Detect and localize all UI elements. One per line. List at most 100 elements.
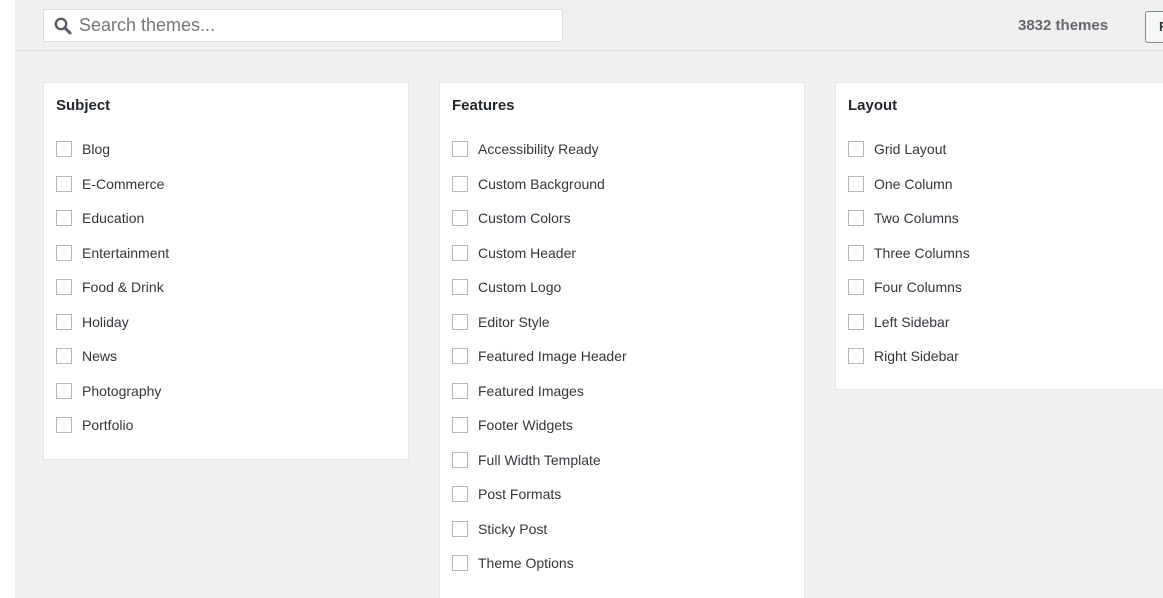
subject-option-photography[interactable]: Photography — [56, 379, 396, 414]
search-icon — [53, 16, 73, 36]
layout-options: Grid Layout One Column Two Columns Three… — [848, 137, 1162, 379]
layout-filter-panel: Layout Grid Layout One Column Two Column… — [835, 82, 1163, 390]
subject-option-portfolio[interactable]: Portfolio — [56, 413, 396, 448]
option-label: Editor Style — [478, 313, 550, 330]
features-option-post-formats[interactable]: Post Formats — [452, 482, 792, 517]
option-label: Education — [82, 210, 145, 227]
checkbox[interactable] — [452, 244, 468, 261]
option-label: Custom Header — [478, 244, 577, 261]
checkbox[interactable] — [56, 279, 72, 296]
features-option-full-width-template[interactable]: Full Width Template — [452, 448, 792, 483]
option-label: News — [82, 348, 118, 365]
checkbox[interactable] — [452, 141, 468, 158]
checkbox[interactable] — [452, 486, 468, 503]
theme-filter-screen: 3832 themes F Subject Blog E-Commerce Ed… — [15, 0, 1163, 598]
checkbox[interactable] — [848, 279, 864, 296]
filter-action-button[interactable]: F — [1145, 11, 1163, 43]
checkbox[interactable] — [848, 175, 864, 192]
search-box[interactable] — [43, 9, 563, 42]
filter-toolbar: 3832 themes F — [15, 0, 1163, 51]
layout-option-three-columns[interactable]: Three Columns — [848, 241, 1162, 276]
checkbox[interactable] — [56, 141, 72, 158]
checkbox[interactable] — [452, 417, 468, 434]
layout-heading: Layout — [848, 97, 898, 114]
checkbox[interactable] — [452, 451, 468, 468]
subject-option-e-commerce[interactable]: E-Commerce — [56, 172, 396, 207]
search-input[interactable] — [79, 15, 549, 36]
layout-option-two-columns[interactable]: Two Columns — [848, 206, 1162, 241]
subject-options: Blog E-Commerce Education Entertainment … — [56, 137, 396, 448]
checkbox[interactable] — [56, 210, 72, 227]
checkbox[interactable] — [56, 175, 72, 192]
option-label: Featured Image Header — [478, 348, 627, 365]
subject-option-education[interactable]: Education — [56, 206, 396, 241]
option-label: One Column — [874, 175, 953, 192]
layout-option-right-sidebar[interactable]: Right Sidebar — [848, 344, 1162, 379]
subject-filter-panel: Subject Blog E-Commerce Education Entert… — [43, 82, 409, 460]
checkbox[interactable] — [848, 210, 864, 227]
subject-option-entertainment[interactable]: Entertainment — [56, 241, 396, 276]
features-option-custom-logo[interactable]: Custom Logo — [452, 275, 792, 310]
layout-option-one-column[interactable]: One Column — [848, 172, 1162, 207]
features-option-sticky-post[interactable]: Sticky Post — [452, 517, 792, 552]
option-label: Holiday — [82, 313, 129, 330]
option-label: Accessibility Ready — [478, 141, 599, 158]
features-option-custom-header[interactable]: Custom Header — [452, 241, 792, 276]
option-label: Custom Background — [478, 175, 605, 192]
checkbox[interactable] — [56, 348, 72, 365]
option-label: Three Columns — [874, 244, 970, 261]
option-label: Photography — [82, 382, 162, 399]
checkbox[interactable] — [848, 141, 864, 158]
layout-option-four-columns[interactable]: Four Columns — [848, 275, 1162, 310]
option-label: Blog — [82, 141, 111, 158]
option-label: Sticky Post — [478, 520, 548, 537]
option-label: Right Sidebar — [874, 348, 959, 365]
checkbox[interactable] — [56, 382, 72, 399]
features-option-editor-style[interactable]: Editor Style — [452, 310, 792, 345]
checkbox[interactable] — [452, 279, 468, 296]
checkbox[interactable] — [452, 382, 468, 399]
option-label: E-Commerce — [82, 175, 165, 192]
option-label: Featured Images — [478, 382, 584, 399]
checkbox[interactable] — [452, 555, 468, 572]
option-label: Custom Logo — [478, 279, 562, 296]
checkbox[interactable] — [452, 348, 468, 365]
option-label: Food & Drink — [82, 279, 164, 296]
checkbox[interactable] — [56, 313, 72, 330]
option-label: Full Width Template — [478, 451, 601, 468]
checkbox[interactable] — [848, 313, 864, 330]
layout-option-left-sidebar[interactable]: Left Sidebar — [848, 310, 1162, 345]
layout-option-grid-layout[interactable]: Grid Layout — [848, 137, 1162, 172]
subject-option-food-drink[interactable]: Food & Drink — [56, 275, 396, 310]
checkbox[interactable] — [452, 313, 468, 330]
subject-option-news[interactable]: News — [56, 344, 396, 379]
subject-option-blog[interactable]: Blog — [56, 137, 396, 172]
checkbox[interactable] — [452, 210, 468, 227]
subject-option-holiday[interactable]: Holiday — [56, 310, 396, 345]
option-label: Four Columns — [874, 279, 962, 296]
option-label: Two Columns — [874, 210, 959, 227]
features-option-featured-image-header[interactable]: Featured Image Header — [452, 344, 792, 379]
checkbox[interactable] — [56, 417, 72, 434]
checkbox[interactable] — [452, 520, 468, 537]
option-label: Grid Layout — [874, 141, 947, 158]
option-label: Portfolio — [82, 417, 134, 434]
checkbox[interactable] — [848, 244, 864, 261]
features-filter-panel: Features Accessibility Ready Custom Back… — [439, 82, 805, 598]
checkbox[interactable] — [848, 348, 864, 365]
theme-count: 3832 themes — [1018, 17, 1109, 34]
features-option-accessibility-ready[interactable]: Accessibility Ready — [452, 137, 792, 172]
option-label: Custom Colors — [478, 210, 571, 227]
checkbox[interactable] — [452, 175, 468, 192]
features-option-custom-background[interactable]: Custom Background — [452, 172, 792, 207]
features-heading: Features — [452, 97, 515, 114]
checkbox[interactable] — [56, 244, 72, 261]
option-label: Post Formats — [478, 486, 562, 503]
features-options: Accessibility Ready Custom Background Cu… — [452, 137, 792, 586]
features-option-footer-widgets[interactable]: Footer Widgets — [452, 413, 792, 448]
features-option-custom-colors[interactable]: Custom Colors — [452, 206, 792, 241]
features-option-theme-options[interactable]: Theme Options — [452, 551, 792, 586]
option-label: Footer Widgets — [478, 417, 573, 434]
features-option-featured-images[interactable]: Featured Images — [452, 379, 792, 414]
option-label: Left Sidebar — [874, 313, 950, 330]
